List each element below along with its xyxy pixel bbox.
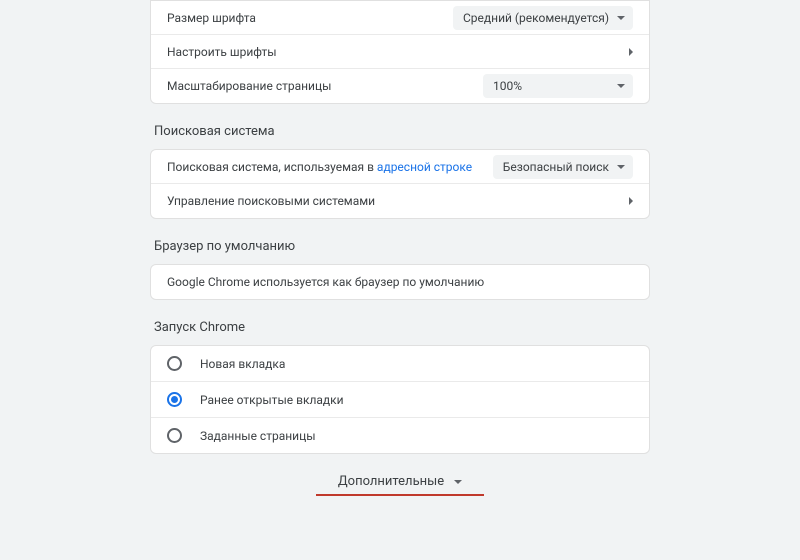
radio-icon <box>167 392 182 407</box>
startup-option-label: Новая вкладка <box>200 357 285 371</box>
dropdown-icon <box>617 84 625 88</box>
startup-option-label: Ранее открытые вкладки <box>200 393 344 407</box>
radio-icon <box>167 356 182 371</box>
startup-option-label: Заданные страницы <box>200 429 316 443</box>
page-zoom-value: 100% <box>493 79 522 93</box>
manage-search-label: Управление поисковыми системами <box>167 194 629 208</box>
font-size-value: Средний (рекомендуется) <box>463 11 609 25</box>
font-size-label: Размер шрифта <box>167 11 453 25</box>
dropdown-icon <box>617 165 625 169</box>
advanced-toggle[interactable]: Дополнительные <box>338 474 462 495</box>
chevron-down-icon <box>454 480 462 484</box>
search-engine-row: Поисковая система, используемая в адресн… <box>151 150 649 184</box>
default-browser-title: Браузер по умолчанию <box>154 239 650 254</box>
search-engine-select[interactable]: Безопасный поиск <box>493 155 633 179</box>
search-engine-label: Поисковая система, используемая в адресн… <box>167 160 493 174</box>
default-browser-card: Google Chrome используется как браузер п… <box>150 264 650 300</box>
search-engine-value: Безопасный поиск <box>503 160 609 174</box>
chevron-right-icon <box>629 197 633 205</box>
page-zoom-row: Масштабирование страницы 100% <box>151 69 649 103</box>
font-size-row: Размер шрифта Средний (рекомендуется) <box>151 1 649 35</box>
customize-fonts-row[interactable]: Настроить шрифты <box>151 35 649 69</box>
customize-fonts-label: Настроить шрифты <box>167 45 629 59</box>
appearance-card: Размер шрифта Средний (рекомендуется) На… <box>150 0 650 104</box>
radio-icon <box>167 428 182 443</box>
page-zoom-label: Масштабирование страницы <box>167 79 483 93</box>
startup-card: Новая вкладка Ранее открытые вкладки Зад… <box>150 345 650 454</box>
page-zoom-select[interactable]: 100% <box>483 74 633 98</box>
dropdown-icon <box>617 16 625 20</box>
startup-option-continue[interactable]: Ранее открытые вкладки <box>151 382 649 418</box>
startup-title: Запуск Chrome <box>154 320 650 335</box>
default-browser-info: Google Chrome используется как браузер п… <box>151 265 649 299</box>
manage-search-row[interactable]: Управление поисковыми системами <box>151 184 649 218</box>
annotation-underline <box>316 494 484 496</box>
search-section-title: Поисковая система <box>154 124 650 139</box>
chevron-right-icon <box>629 48 633 56</box>
startup-option-new-tab[interactable]: Новая вкладка <box>151 346 649 382</box>
font-size-select[interactable]: Средний (рекомендуется) <box>453 6 633 30</box>
search-card: Поисковая система, используемая в адресн… <box>150 149 650 219</box>
advanced-label: Дополнительные <box>338 474 444 489</box>
startup-option-specific[interactable]: Заданные страницы <box>151 418 649 453</box>
address-bar-link[interactable]: адресной строке <box>377 160 472 174</box>
